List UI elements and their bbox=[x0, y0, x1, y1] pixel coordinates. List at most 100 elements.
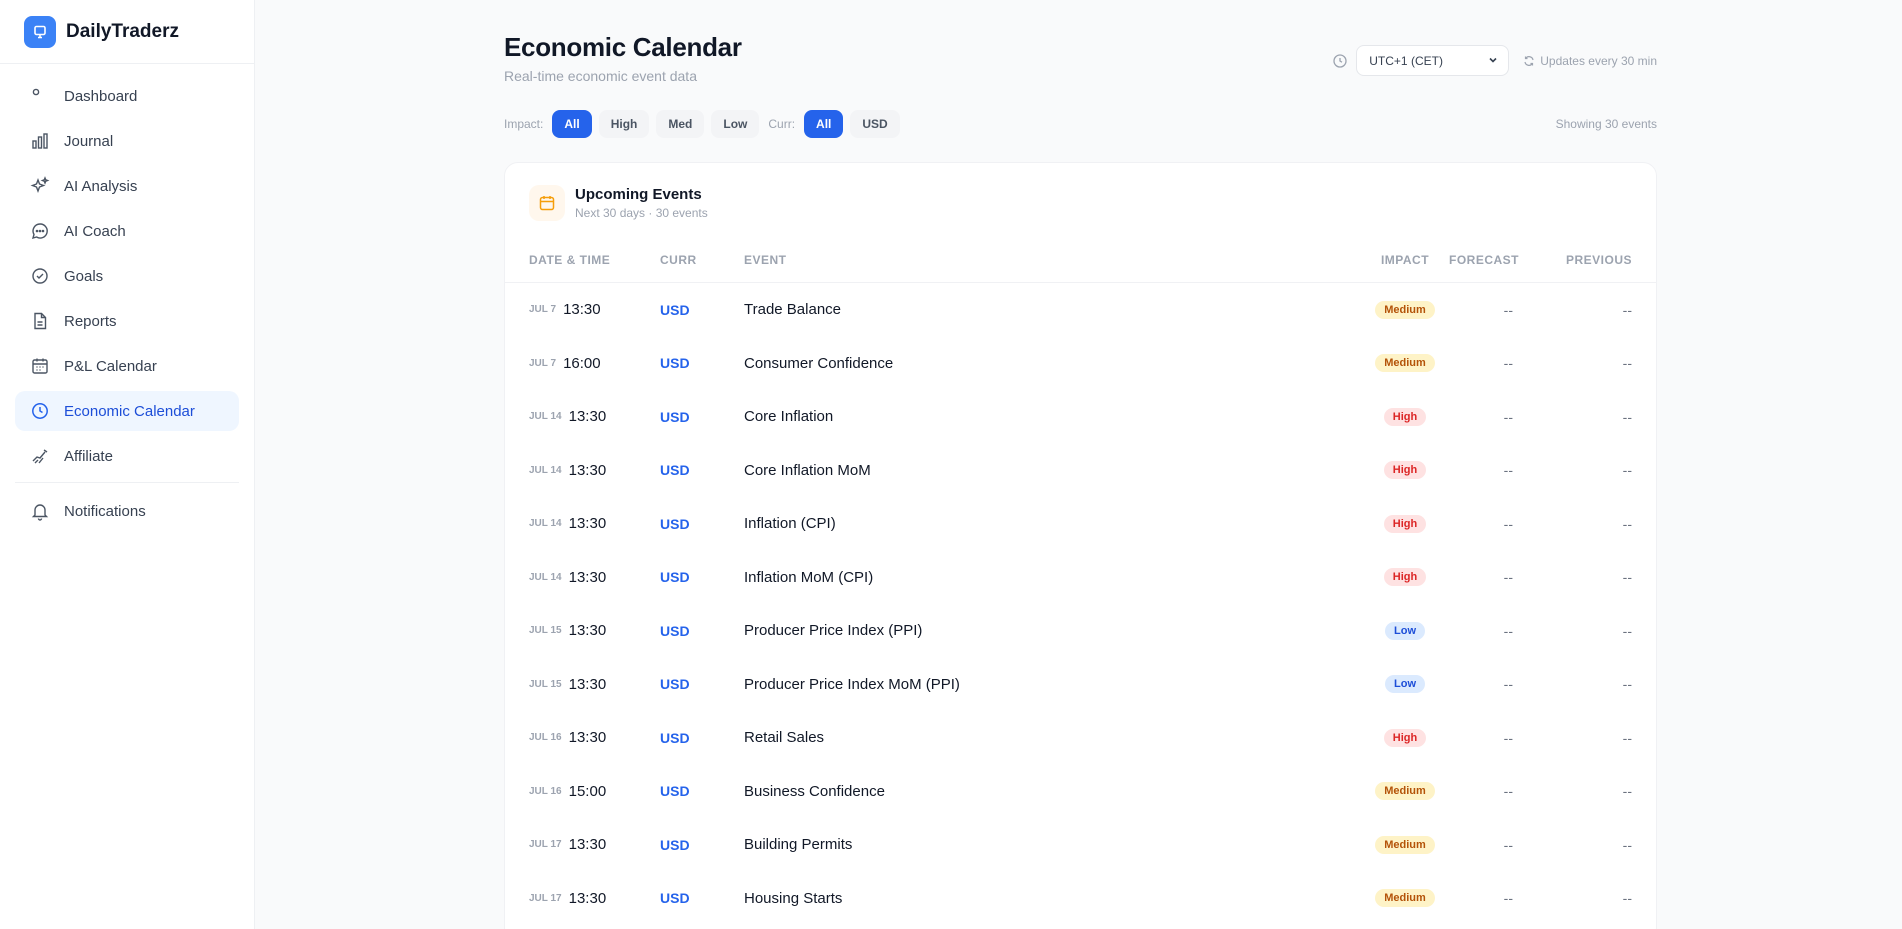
event-currency: USD bbox=[660, 676, 690, 693]
event-name: Business Confidence bbox=[744, 782, 885, 800]
sidebar-item-pnl-calendar[interactable]: P&L Calendar bbox=[15, 346, 239, 386]
sidebar-item-label: Notifications bbox=[64, 502, 146, 520]
event-datetime: JUL 16 15:00 bbox=[529, 765, 606, 819]
event-impact: Low bbox=[1320, 604, 1490, 658]
sidebar-item-economic-calendar[interactable]: Economic Calendar bbox=[15, 391, 239, 431]
sidebar-item-label: Goals bbox=[64, 267, 104, 285]
table-row[interactable]: JUL 14 13:30 USD Core Inflation MoM High -- -- bbox=[505, 444, 1656, 498]
table-row[interactable]: JUL 14 13:30 USD Inflation MoM (CPI) High -- -… bbox=[505, 551, 1656, 605]
event-previous: -- bbox=[1622, 301, 1632, 318]
filter-bar: Impact: All High Med Low Curr: All USD S… bbox=[504, 110, 1657, 138]
table-row[interactable]: JUL 14 13:30 USD Core Inflation High -- -- bbox=[505, 390, 1656, 444]
event-name: Retail Sales bbox=[744, 729, 825, 747]
sidebar-item-goals[interactable]: Goals bbox=[15, 256, 239, 296]
event-datetime: JUL 15 13:30 bbox=[529, 658, 606, 712]
event-currency: USD bbox=[660, 355, 690, 372]
event-currency: USD bbox=[660, 569, 690, 586]
event-time: 15:00 bbox=[568, 782, 607, 800]
event-time: 13:30 bbox=[568, 675, 607, 693]
impact-badge: High bbox=[1383, 514, 1427, 533]
column-header-previous[interactable]: PREVIOUS bbox=[1566, 253, 1632, 267]
event-time: 13:30 bbox=[568, 889, 607, 907]
sidebar-item-affiliate[interactable]: Affiliate bbox=[15, 436, 239, 476]
event-time: 13:30 bbox=[568, 568, 607, 586]
event-previous: -- bbox=[1622, 729, 1632, 746]
event-previous: -- bbox=[1622, 355, 1632, 372]
dot-icon bbox=[30, 86, 50, 106]
table-row[interactable]: JUL 15 13:30 USD Producer Price Index MoM (… bbox=[505, 658, 1656, 712]
impact-badge: Low bbox=[1385, 675, 1425, 694]
event-date: JUL 15 bbox=[529, 678, 562, 690]
table-row[interactable]: JUL 14 13:30 USD Inflation (CPI) High -- -- bbox=[505, 497, 1656, 551]
card-header: Upcoming Events Next 30 days · 30 events bbox=[529, 185, 708, 221]
event-name: Producer Price Index MoM (PPI) bbox=[744, 675, 960, 693]
column-header-date[interactable]: DATE & TIME bbox=[529, 253, 610, 267]
table-row[interactable]: JUL 16 13:30 USD Retail Sales High -- -- bbox=[505, 711, 1656, 765]
sidebar-divider bbox=[15, 482, 239, 483]
table-row[interactable]: JUL 17 13:30 USD Housing Starts Medium -- -- bbox=[505, 872, 1656, 926]
impact-badge: High bbox=[1383, 728, 1427, 747]
impact-filter-high[interactable]: High bbox=[598, 110, 650, 138]
table-row[interactable]: JUL 17 13:30 USD Building Permits Medium -- -- bbox=[505, 818, 1656, 872]
event-previous: -- bbox=[1622, 783, 1632, 800]
event-time: 13:30 bbox=[568, 729, 607, 747]
event-name: Trade Balance bbox=[744, 301, 842, 319]
event-currency: USD bbox=[660, 462, 690, 479]
column-header-curr[interactable]: CURR bbox=[660, 253, 697, 267]
check-circle-icon bbox=[30, 266, 50, 286]
event-time: 16:00 bbox=[563, 354, 601, 372]
sidebar-item-ai-analysis[interactable]: AI Analysis bbox=[15, 166, 239, 206]
table-row[interactable]: JUL 15 13:30 USD Producer Price Index (PPI)… bbox=[505, 604, 1656, 658]
impact-badge: High bbox=[1383, 568, 1427, 587]
impact-badge: Medium bbox=[1375, 835, 1435, 854]
impact-filter-low[interactable]: Low bbox=[711, 110, 760, 138]
event-impact: Low bbox=[1320, 658, 1490, 712]
event-previous: -- bbox=[1622, 836, 1632, 853]
column-header-forecast[interactable]: FORECAST bbox=[1449, 253, 1519, 267]
event-forecast: -- bbox=[1503, 569, 1513, 586]
currency-filter-all[interactable]: All bbox=[804, 110, 844, 138]
currency-filter-label: Curr: bbox=[768, 117, 796, 131]
event-forecast: -- bbox=[1503, 408, 1513, 425]
column-header-event[interactable]: EVENT bbox=[744, 253, 787, 267]
event-datetime: JUL 14 13:30 bbox=[529, 444, 606, 498]
event-currency: USD bbox=[660, 301, 690, 318]
column-header-impact[interactable]: IMPACT bbox=[1345, 253, 1465, 267]
event-impact: Medium bbox=[1320, 765, 1490, 819]
event-name: Inflation (CPI) bbox=[744, 515, 836, 533]
sidebar-item-ai-coach[interactable]: AI Coach bbox=[15, 211, 239, 251]
event-name: Core Inflation bbox=[744, 408, 834, 426]
event-forecast: -- bbox=[1503, 301, 1513, 318]
brand[interactable]: DailyTraderz bbox=[0, 0, 254, 64]
event-date: JUL 14 bbox=[529, 464, 562, 476]
event-datetime: JUL 7 13:30 bbox=[529, 283, 601, 337]
table-row[interactable]: JUL 7 13:30 USD Trade Balance Medium -- -- bbox=[505, 283, 1656, 337]
sidebar-item-notifications[interactable]: Notifications bbox=[15, 491, 239, 531]
event-time: 13:30 bbox=[568, 622, 607, 640]
sparkles-icon bbox=[30, 176, 50, 196]
impact-badge: Medium bbox=[1375, 889, 1435, 908]
event-previous: -- bbox=[1622, 622, 1632, 639]
timezone-select[interactable]: UTC+1 (CET) bbox=[1356, 45, 1510, 76]
table-row[interactable]: JUL 7 16:00 USD Consumer Confidence Medium --… bbox=[505, 337, 1656, 391]
event-datetime: JUL 14 13:30 bbox=[529, 497, 606, 551]
sidebar-nav: Dashboard Journal AI Analysis AI Coach G… bbox=[0, 64, 254, 548]
sidebar-item-label: Journal bbox=[64, 132, 114, 150]
handshake-icon bbox=[30, 446, 50, 466]
calendar-icon bbox=[529, 185, 565, 221]
currency-filter-usd[interactable]: USD bbox=[850, 110, 900, 138]
event-name: Core Inflation MoM bbox=[744, 461, 871, 479]
event-impact: Medium bbox=[1320, 283, 1490, 337]
events-card: Upcoming Events Next 30 days · 30 events… bbox=[504, 162, 1657, 929]
document-icon bbox=[30, 311, 50, 331]
sidebar-item-reports[interactable]: Reports bbox=[15, 301, 239, 341]
event-name: Housing Starts bbox=[744, 889, 843, 907]
sidebar-item-dashboard[interactable]: Dashboard bbox=[15, 76, 239, 116]
impact-filter-med[interactable]: Med bbox=[656, 110, 705, 138]
timezone-area: UTC+1 (CET) Updates every 30 min bbox=[1332, 45, 1657, 76]
table-row[interactable]: JUL 16 15:00 USD Business Confidence Medium -… bbox=[505, 765, 1656, 819]
event-previous: -- bbox=[1622, 462, 1632, 479]
impact-filter-all[interactable]: All bbox=[552, 110, 592, 138]
page-subtitle: Real-time economic event data bbox=[504, 68, 697, 84]
sidebar-item-journal[interactable]: Journal bbox=[15, 121, 239, 161]
